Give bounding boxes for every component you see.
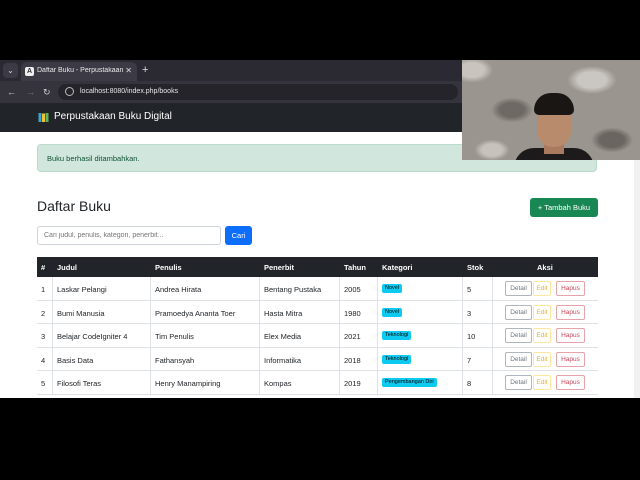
- header-aksi: Aksi: [537, 263, 553, 272]
- table-header: # Judul Penulis Penerbit Tahun Kategori …: [37, 257, 598, 277]
- tab-title: Daftar Buku - Perpustakaan Digital: [37, 67, 123, 74]
- url-text: localhost:8080/index.php/books: [80, 88, 179, 95]
- browser-tab[interactable]: A Daftar Buku - Perpustakaan Digital ✕: [21, 62, 137, 81]
- search-button[interactable]: Cari: [225, 226, 252, 245]
- edit-button[interactable]: Edit: [533, 375, 551, 390]
- delete-button[interactable]: Hapus: [556, 304, 585, 320]
- edit-button[interactable]: Edit: [533, 328, 551, 343]
- detail-button[interactable]: Detail: [505, 375, 532, 390]
- category-badge: Novel: [382, 307, 403, 317]
- category-badge: Pengembangan Diri: [382, 378, 437, 387]
- category-badge: Teknologi: [382, 331, 412, 340]
- page-title: Daftar Buku: [37, 198, 111, 214]
- table-row: 4 Basis Data Fathansyah Informatika 2018…: [37, 347, 598, 371]
- cell-judul: Filosofi Teras: [57, 379, 102, 388]
- cell-penerbit: Bentang Pustaka: [264, 285, 322, 294]
- header-no: #: [41, 263, 46, 272]
- category-badge: Novel: [382, 284, 403, 293]
- cell-penerbit: Elex Media: [264, 332, 302, 341]
- header-stok: Stok: [467, 263, 484, 272]
- favicon-icon: A: [25, 67, 34, 76]
- alert-message: Buku berhasil ditambahkan.: [47, 154, 140, 163]
- cell-tahun: 1980: [344, 308, 361, 318]
- cell-tahun: 2019: [344, 379, 361, 388]
- back-icon[interactable]: ←: [7, 86, 16, 98]
- forward-icon[interactable]: →: [26, 86, 35, 98]
- cell-penulis: Andrea Hirata: [155, 285, 202, 294]
- add-book-button[interactable]: + Tambah Buku: [530, 198, 598, 217]
- person-hair: [534, 93, 574, 115]
- site-info-icon[interactable]: [65, 87, 74, 96]
- cell-penerbit: Informatika: [264, 355, 302, 365]
- edit-button[interactable]: Edit: [533, 304, 551, 320]
- category-badge: Teknologi: [382, 354, 412, 364]
- address-bar[interactable]: localhost:8080/index.php/books: [58, 84, 458, 100]
- cell-penulis: Pramoedya Ananta Toer: [155, 308, 236, 318]
- cell-no: 4: [41, 355, 46, 365]
- cell-penulis: Tim Penulis: [155, 332, 194, 341]
- cell-judul: Basis Data: [57, 355, 94, 365]
- search-input[interactable]: [37, 226, 221, 245]
- header-penerbit: Penerbit: [264, 263, 295, 272]
- cell-penerbit: Kompas: [264, 379, 292, 388]
- close-tab-icon[interactable]: ✕: [125, 66, 132, 75]
- cell-stok: 10: [467, 332, 476, 341]
- cell-no: 2: [41, 308, 46, 318]
- screen: ⌄ A Daftar Buku - Perpustakaan Digital ✕…: [0, 0, 640, 480]
- tab-list-chevron-icon[interactable]: ⌄: [3, 63, 18, 78]
- edit-button[interactable]: Edit: [533, 351, 551, 367]
- page-scrollbar[interactable]: [634, 132, 640, 398]
- delete-button[interactable]: Hapus: [556, 375, 585, 390]
- reload-icon[interactable]: ↻: [43, 86, 51, 98]
- header-judul: Judul: [57, 263, 77, 272]
- brand-title[interactable]: Perpustakaan Buku Digital: [54, 111, 172, 122]
- cell-judul: Belajar CodeIgniter 4: [57, 332, 128, 341]
- cell-no: 1: [41, 285, 46, 294]
- cell-stok: 3: [467, 308, 472, 318]
- delete-button[interactable]: Hapus: [556, 281, 585, 296]
- cell-judul: Bumi Manusia: [57, 308, 105, 318]
- detail-button[interactable]: Detail: [505, 351, 532, 367]
- cell-tahun: 2021: [344, 332, 361, 341]
- header-tahun: Tahun: [344, 263, 366, 272]
- table-row: 1 Laskar Pelangi Andrea Hirata Bentang P…: [37, 277, 598, 301]
- header-penulis: Penulis: [155, 263, 182, 272]
- delete-button[interactable]: Hapus: [556, 351, 585, 367]
- delete-button[interactable]: Hapus: [556, 328, 585, 343]
- cell-no: 3: [41, 332, 46, 341]
- cell-no: 5: [41, 379, 46, 388]
- cell-penulis: Henry Manampiring: [155, 379, 221, 388]
- webcam-overlay: [462, 60, 640, 160]
- cell-stok: 5: [467, 285, 472, 294]
- cell-tahun: 2018: [344, 355, 361, 365]
- cell-judul: Laskar Pelangi: [57, 285, 107, 294]
- table-row: 3 Belajar CodeIgniter 4 Tim Penulis Elex…: [37, 324, 598, 348]
- detail-button[interactable]: Detail: [505, 281, 532, 296]
- table-row: 5 Filosofi Teras Henry Manampiring Kompa…: [37, 371, 598, 395]
- header-kategori: Kategori: [382, 263, 413, 272]
- new-tab-icon[interactable]: +: [142, 64, 148, 76]
- detail-button[interactable]: Detail: [505, 304, 532, 320]
- cell-stok: 8: [467, 379, 472, 388]
- table-row: 2 Bumi Manusia Pramoedya Ananta Toer Has…: [37, 300, 598, 324]
- edit-button[interactable]: Edit: [533, 281, 551, 296]
- books-icon: [38, 113, 49, 122]
- cell-stok: 7: [467, 355, 472, 365]
- cell-tahun: 2005: [344, 285, 361, 294]
- detail-button[interactable]: Detail: [505, 328, 532, 343]
- cell-penerbit: Hasta Mitra: [264, 308, 303, 318]
- cell-penulis: Fathansyah: [155, 355, 195, 365]
